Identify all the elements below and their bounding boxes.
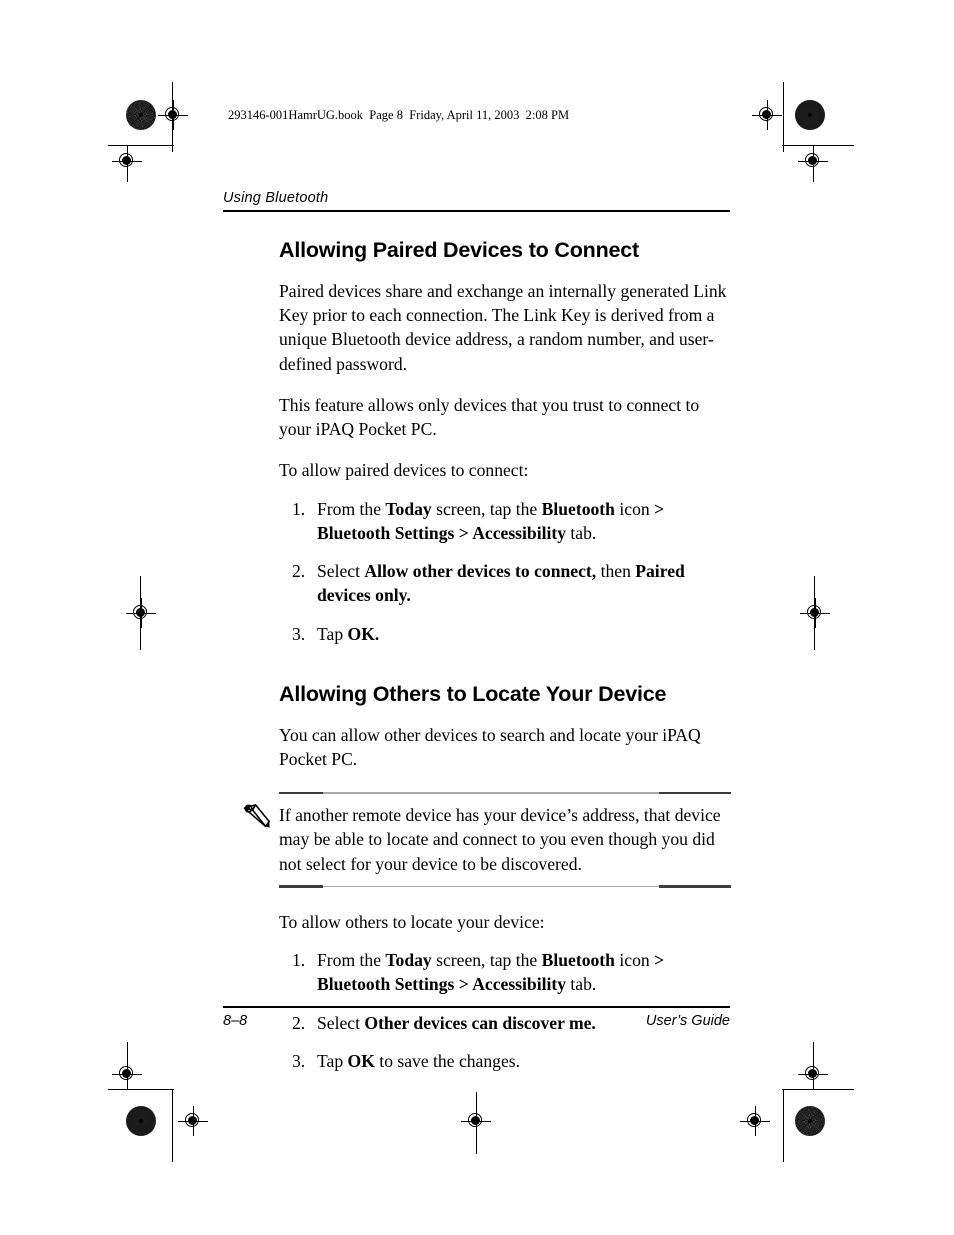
note-text: If another remote device has your device… xyxy=(279,805,721,874)
halftone-patch-top-left xyxy=(126,100,156,130)
section-heading-locate: Allowing Others to Locate Your Device xyxy=(279,681,667,706)
halftone-patch-bottom-left xyxy=(126,1106,156,1136)
list-item: 1. From the Today screen, tap the Blueto… xyxy=(279,497,731,546)
note-body: If another remote device has your device… xyxy=(243,794,731,885)
list-item: 3. Tap OK to save the changes. xyxy=(279,1049,731,1073)
crop-line-bottom-right-horizontal xyxy=(782,1089,854,1090)
list-item: 2. Select Allow other devices to connect… xyxy=(279,559,731,608)
paragraph: Paired devices share and exchange an int… xyxy=(279,280,727,374)
crop-line-left-vertical-lower xyxy=(172,1090,173,1162)
list-item: 3. Tap OK. xyxy=(279,622,731,646)
list-item-number: 3. xyxy=(292,623,306,644)
list-item-text: Tap OK to save the changes. xyxy=(317,1051,521,1072)
pencil-icon xyxy=(241,802,273,830)
list-item-number: 2. xyxy=(292,561,306,582)
list-item-text: Select Allow other devices to connect, t… xyxy=(317,561,685,606)
crop-line-right-vertical-lower xyxy=(783,1090,784,1162)
registration-mark-top-left xyxy=(158,100,188,130)
note-callout: If another remote device has your device… xyxy=(243,791,731,888)
list-lead-in: To allow paired devices to connect: xyxy=(279,460,529,481)
book-file-stamp: 293146-001HamrUG.book Page 8 Friday, Apr… xyxy=(228,108,570,122)
registration-mark-bottom-left xyxy=(178,1106,208,1136)
registration-mark-bottom-left-inner xyxy=(112,1059,142,1089)
registration-mark-top-right xyxy=(752,100,782,130)
list-item-text: From the Today screen, tap the Bluetooth… xyxy=(317,498,665,543)
running-header-label: Using Bluetooth xyxy=(223,190,329,206)
list-lead-in: To allow others to locate your device: xyxy=(279,911,545,932)
page-title: Allowing Paired Devices to Connect xyxy=(279,238,639,262)
registration-mark-bottom-center xyxy=(461,1106,491,1136)
procedure-list-connect: 1. From the Today screen, tap the Blueto… xyxy=(279,497,731,646)
footer-rule xyxy=(223,1006,730,1008)
paragraph: This feature allows only devices that yo… xyxy=(279,394,700,440)
crop-line-right-vertical xyxy=(783,82,784,152)
registration-mark-bottom-right xyxy=(740,1106,770,1136)
guide-label: User’s Guide xyxy=(645,1012,730,1029)
document-page: 293146-001HamrUG.book Page 8 Friday, Apr… xyxy=(0,0,954,1235)
page-footer: 8–8 User’s Guide xyxy=(223,1006,730,1029)
halftone-patch-bottom-right xyxy=(795,1106,825,1136)
list-item-number: 1. xyxy=(292,498,306,519)
registration-mark-bottom-right-inner xyxy=(798,1059,828,1089)
page-number: 8–8 xyxy=(223,1012,248,1029)
running-header: Using Bluetooth xyxy=(223,190,730,212)
registration-mark-mid-right xyxy=(800,598,830,628)
note-rule-bottom xyxy=(279,885,731,888)
list-item: 1. From the Today screen, tap the Blueto… xyxy=(279,948,731,997)
running-header-rule xyxy=(223,210,730,212)
registration-mark-top-right-inner xyxy=(798,146,828,176)
list-item-text: Tap OK. xyxy=(317,623,380,644)
list-item-number: 1. xyxy=(292,950,306,971)
list-item-number: 3. xyxy=(292,1051,306,1072)
list-item-text: From the Today screen, tap the Bluetooth… xyxy=(317,950,665,995)
crop-line-bottom-left-horizontal xyxy=(108,1089,174,1090)
halftone-patch-top-right xyxy=(795,100,825,130)
registration-mark-top-left-inner xyxy=(112,146,142,176)
registration-mark-mid-left xyxy=(126,598,156,628)
page-body: Allowing Paired Devices to Connect Paire… xyxy=(243,238,731,1073)
paragraph: You can allow other devices to search an… xyxy=(279,724,701,769)
